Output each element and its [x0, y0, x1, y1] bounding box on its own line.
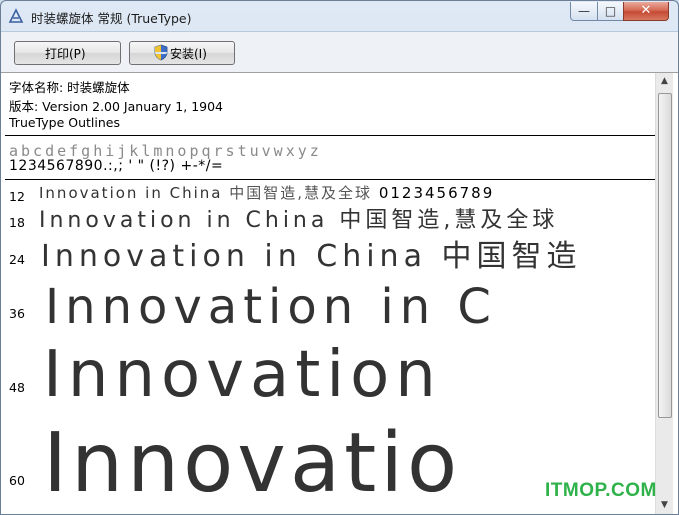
sample-row-24: Innovation in China 中国智造 [41, 242, 582, 272]
scroll-up-arrow-icon[interactable]: ▲ [656, 73, 673, 90]
font-version-line: 版本: Version 2.00 January 1, 1904 [9, 99, 224, 114]
charset-digits: 1234567890.:,; ' " (!?) +-*/= [9, 158, 224, 174]
sample-cjk-text: 中国智造,慧及全球 [339, 208, 559, 233]
sample-text: Innovation in China [39, 208, 329, 233]
font-outline-line: TrueType Outlines [9, 115, 120, 130]
sample-row-18: Innovation in China 中国智造,慧及全球 [39, 210, 558, 232]
font-file-icon [8, 8, 24, 23]
divider [5, 179, 655, 180]
sample-text: Innovation in C [45, 279, 497, 335]
install-button-label: 安装(I) [170, 47, 207, 61]
close-button[interactable]: ✕ [623, 2, 669, 21]
size-label-48: 48 [9, 380, 25, 395]
title-bar[interactable]: 时装螺旋体 常规 (TrueType) — □ ✕ [1, 1, 678, 31]
install-button[interactable]: 安装(I) [129, 41, 235, 65]
size-label-12: 12 [9, 189, 25, 204]
sample-row-36: Innovation in C [45, 283, 497, 331]
scrollbar-thumb[interactable] [658, 93, 672, 418]
size-label-24: 24 [9, 252, 25, 267]
sample-cjk-text: 中国智造 [441, 239, 582, 274]
minimize-button[interactable]: — [570, 2, 598, 21]
window-title: 时装螺旋体 常规 (TrueType) [31, 11, 192, 26]
sample-row-48: Innovation [43, 343, 442, 407]
font-name-line: 字体名称: 时装螺旋体 [9, 80, 130, 95]
sample-row-60: Innovatio [43, 423, 461, 505]
sample-text: Innovation [43, 338, 442, 412]
toolbar: 打印(P) 安装(I) [1, 31, 678, 72]
font-preview-pane: 字体名称: 时装螺旋体 版本: Version 2.00 January 1, … [1, 72, 678, 514]
scroll-down-arrow-icon[interactable]: ▼ [656, 497, 673, 514]
maximize-button[interactable]: □ [597, 2, 624, 21]
size-label-18: 18 [9, 215, 25, 230]
close-icon: ✕ [640, 3, 652, 18]
watermark: ITMOP.COM [545, 480, 657, 501]
sample-text: Innovation in China [41, 239, 427, 274]
sample-digits: 0123456789 [378, 184, 495, 202]
divider [5, 135, 655, 136]
sample-text: Innovation in China [39, 184, 223, 202]
sample-row-12: Innovation in China 中国智造,慧及全球 0123456789 [39, 186, 494, 201]
print-button[interactable]: 打印(P) [14, 41, 121, 65]
sample-cjk-text: 中国智造,慧及全球 [229, 184, 373, 202]
size-label-60: 60 [9, 473, 25, 488]
minimize-icon: — [578, 4, 590, 18]
print-button-label: 打印(P) [45, 47, 86, 61]
maximize-icon: □ [604, 4, 617, 18]
font-viewer-window: 时装螺旋体 常规 (TrueType) — □ ✕ 打印(P) 安装(I) 字体… [0, 0, 679, 515]
uac-shield-icon [154, 44, 168, 61]
sample-text: Innovatio [43, 416, 462, 511]
size-label-36: 36 [9, 306, 25, 321]
vertical-scrollbar[interactable]: ▲ ▼ [655, 73, 673, 514]
